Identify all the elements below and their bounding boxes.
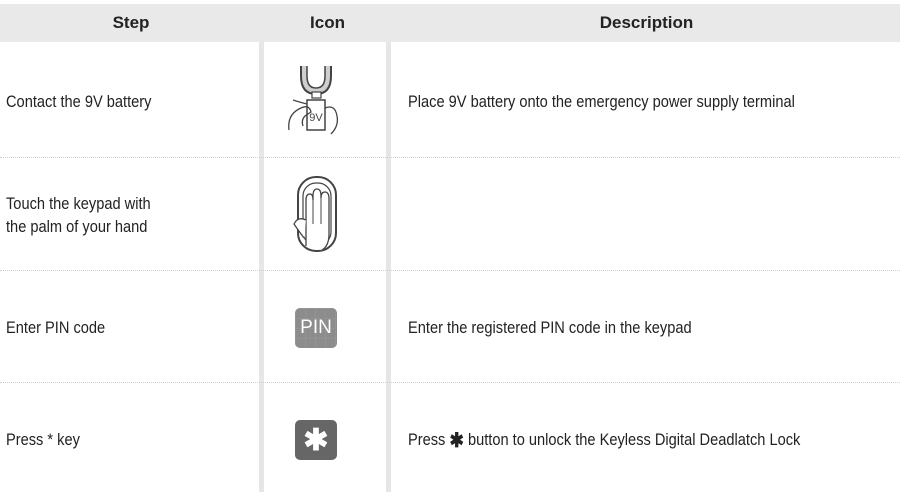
- description-text: Place 9V battery onto the emergency powe…: [408, 92, 795, 111]
- pin-icon-cell: PIN: [276, 308, 356, 348]
- step-text-line2: the palm of your hand: [6, 217, 148, 236]
- header-description: Description: [599, 13, 694, 32]
- row-divider: [0, 382, 900, 383]
- column-separator-right: [386, 42, 391, 492]
- star-icon-cell: ✱: [276, 420, 356, 460]
- step-text: Press * key: [6, 430, 80, 449]
- description-text: Enter the registered PIN code in the key…: [408, 318, 692, 337]
- asterisk-icon: ✱: [449, 430, 464, 452]
- description-text: Press ✱ button to unlock the Keyless Dig…: [408, 429, 800, 451]
- description-post: button to unlock the Keyless Digital Dea…: [467, 430, 801, 449]
- star-key-icon: ✱: [295, 420, 337, 460]
- step-text: Contact the 9V battery: [6, 92, 152, 111]
- pin-icon: PIN: [295, 308, 337, 348]
- header-icon: Icon: [310, 13, 345, 32]
- header-step: Step: [112, 13, 150, 32]
- table-header: Step Icon Description: [0, 4, 900, 42]
- row-divider: [0, 157, 900, 158]
- description-pre: Press: [408, 430, 446, 449]
- svg-text:9V: 9V: [309, 112, 323, 124]
- step-text-line1: Touch the keypad with: [6, 194, 151, 213]
- palm-keypad-icon: [276, 174, 356, 254]
- battery-hand-icon: 9V: [276, 64, 356, 138]
- column-separator-left: [259, 42, 264, 492]
- row-divider: [0, 270, 900, 271]
- instruction-table: Step Icon Description Contact the 9V bat…: [0, 0, 904, 492]
- pin-icon-text: PIN: [300, 317, 332, 338]
- step-text: Enter PIN code: [6, 318, 106, 337]
